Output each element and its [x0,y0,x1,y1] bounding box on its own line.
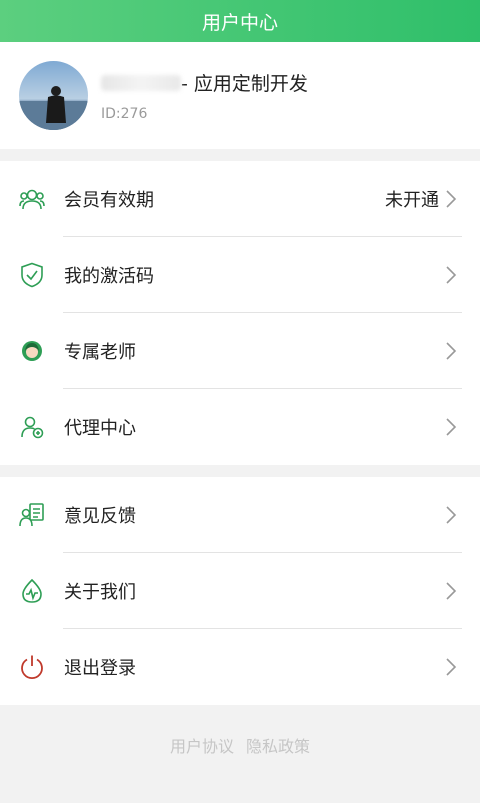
menu-item-feedback[interactable]: 意见反馈 [0,477,480,553]
members-icon [19,186,45,212]
membership-status: 未开通 [385,190,439,211]
profile-name: - 应用定制开发 [181,73,308,95]
menu-item-label: 关于我们 [64,582,136,603]
menu-item-label: 专属老师 [64,342,136,363]
menu-item-label: 代理中心 [64,418,136,439]
profile-id: ID:276 [101,106,148,122]
chevron-right-icon [446,418,457,436]
profile-card[interactable]: - 应用定制开发 ID:276 [0,42,480,149]
menu-item-activation-code[interactable]: 我的激活码 [0,237,480,313]
menu-item-label: 会员有效期 [64,190,154,211]
menu-item-teacher[interactable]: 专属老师 [0,313,480,389]
pulse-drop-icon [19,578,45,604]
menu-item-label: 我的激活码 [64,266,154,287]
chevron-right-icon [446,582,457,600]
page-title: 用户中心 [201,11,278,34]
agent-icon [19,414,45,440]
menu-item-label: 退出登录 [64,658,136,679]
menu-item-label: 意见反馈 [64,506,136,527]
menu-group-other: 意见反馈 关于我们 退出登录 [0,477,480,705]
footer-links: 用户协议 隐私政策 [0,705,480,803]
chevron-right-icon [446,342,457,360]
menu-item-logout[interactable]: 退出登录 [0,629,480,705]
feedback-icon [19,502,45,528]
menu-group-account: 会员有效期 未开通 我的激活码 专属老师 代理中心 [0,161,480,465]
menu-item-about-us[interactable]: 关于我们 [0,553,480,629]
chevron-right-icon [446,658,457,676]
avatar[interactable] [19,61,88,130]
shield-check-icon [19,262,45,288]
app-header: 用户中心 [0,0,480,42]
username-blurred [101,74,181,91]
menu-item-membership[interactable]: 会员有效期 未开通 [0,161,480,237]
chevron-right-icon [446,190,457,208]
teacher-icon [19,338,45,364]
chevron-right-icon [446,266,457,284]
user-agreement-link[interactable]: 用户协议 [170,733,234,757]
menu-item-agent-center[interactable]: 代理中心 [0,389,480,465]
chevron-right-icon [446,506,457,524]
power-icon [19,654,45,680]
privacy-policy-link[interactable]: 隐私政策 [246,733,310,757]
